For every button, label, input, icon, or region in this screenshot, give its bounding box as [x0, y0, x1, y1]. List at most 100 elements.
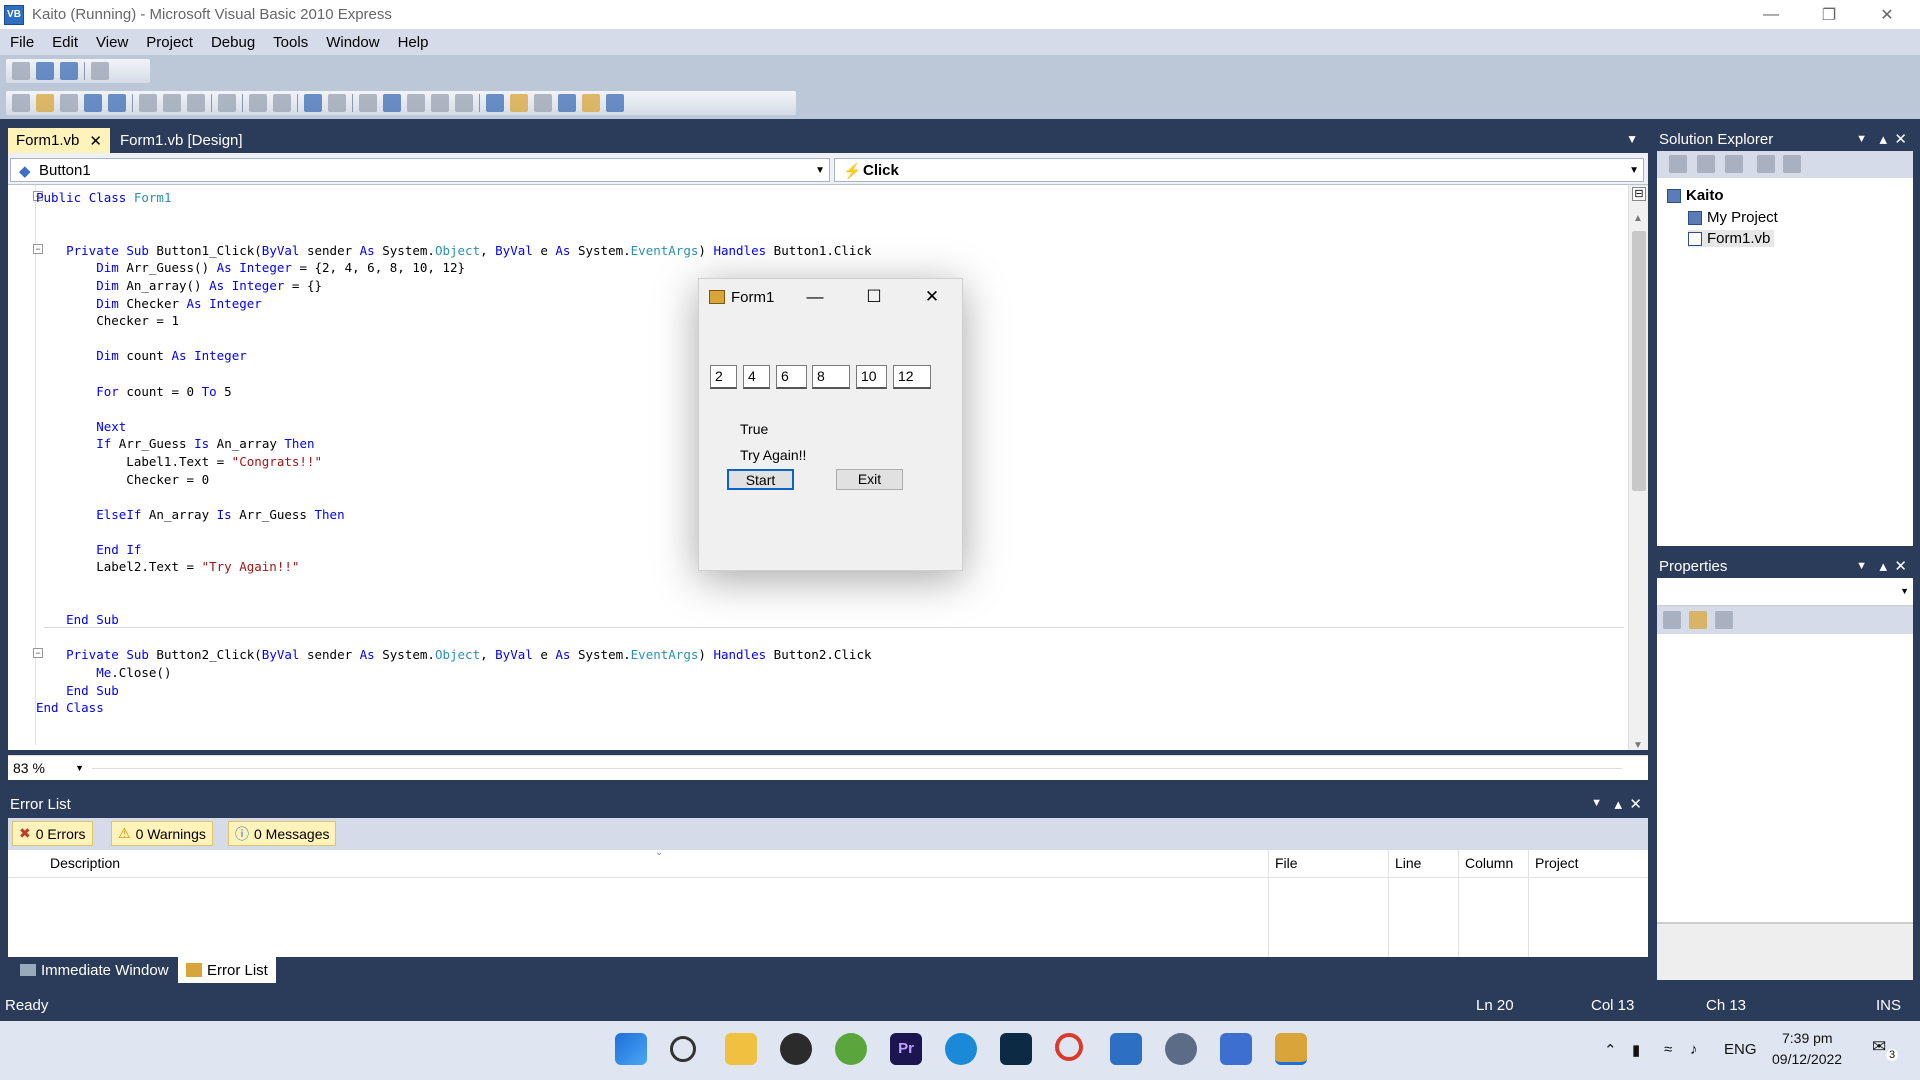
close-window-button[interactable]: ✕	[1858, 0, 1916, 29]
clock-date[interactable]: 09/12/2022	[1772, 1051, 1842, 1067]
window-icon[interactable]	[36, 62, 54, 80]
breakpoint-window-icon[interactable]	[60, 62, 78, 80]
textbox-5[interactable]: 10	[856, 365, 887, 389]
close-pane-icon[interactable]: ✕	[1894, 555, 1907, 578]
tree-project-kaito[interactable]: Kaito	[1667, 187, 1724, 204]
refresh-icon[interactable]	[1725, 155, 1743, 173]
close-tab-icon[interactable]: ✕	[89, 132, 102, 150]
textbox-4[interactable]: 8	[812, 365, 850, 389]
settings-gear-icon[interactable]	[1165, 1033, 1197, 1065]
scroll-down-icon[interactable]: ▼	[1633, 740, 1643, 751]
save-all-icon[interactable]	[108, 94, 126, 112]
textbox-2[interactable]: 4	[743, 365, 770, 389]
code-line[interactable]: End Sub	[36, 682, 1626, 700]
menu-project[interactable]: Project	[137, 34, 202, 51]
tree-item-my-project[interactable]: My Project	[1688, 209, 1778, 226]
code-line[interactable]	[36, 224, 1626, 242]
show-all-files-icon[interactable]	[1697, 155, 1715, 173]
property-pages-icon[interactable]	[1715, 611, 1733, 629]
start-menu-icon[interactable]	[615, 1033, 647, 1065]
cut-icon[interactable]	[139, 94, 157, 112]
running-form-icon[interactable]	[1275, 1033, 1307, 1065]
globe-app-icon[interactable]	[835, 1033, 867, 1065]
tab-form1-vb[interactable]: Form1.vb ✕	[8, 128, 110, 153]
view-code-icon[interactable]	[1757, 155, 1775, 173]
code-line[interactable]: Private Sub Button1_Click(ByVal sender A…	[36, 242, 1626, 260]
continue-icon[interactable]	[359, 94, 377, 112]
opera-browser-icon[interactable]	[1055, 1033, 1083, 1061]
step-out-icon[interactable]	[455, 94, 473, 112]
pane-dropdown-icon[interactable]: ▼	[1856, 555, 1867, 578]
tab-dropdown-icon[interactable]: ▼	[1626, 132, 1638, 146]
menu-file[interactable]: File	[1, 34, 43, 51]
textbox-3[interactable]: 6	[776, 365, 807, 389]
properties-icon[interactable]	[510, 94, 528, 112]
menu-window[interactable]: Window	[317, 34, 388, 51]
new-project-icon[interactable]	[12, 94, 30, 112]
horizontal-scrollbar[interactable]	[92, 768, 1622, 769]
volume-icon[interactable]: ♪	[1690, 1041, 1698, 1058]
search-icon[interactable]	[670, 1036, 696, 1062]
form-close-button[interactable]: ✕	[909, 279, 955, 315]
column-line[interactable]: Line	[1395, 855, 1421, 871]
object-browser-icon[interactable]	[558, 94, 576, 112]
step-into-icon[interactable]	[407, 94, 425, 112]
language-indicator[interactable]: ENG	[1724, 1041, 1757, 1058]
code-line[interactable]: End Sub	[36, 611, 1626, 629]
clock-time[interactable]: 7:39 pm	[1782, 1030, 1833, 1046]
editor-vertical-scrollbar[interactable]: ⊟ ▲ ▼	[1628, 185, 1648, 751]
menu-help[interactable]: Help	[389, 34, 438, 51]
paste-icon[interactable]	[187, 94, 205, 112]
premiere-pro-icon[interactable]: Pr	[890, 1033, 922, 1065]
menu-view[interactable]: View	[87, 34, 137, 51]
battery-icon[interactable]: ▮	[1632, 1041, 1640, 1059]
upwork-icon[interactable]	[780, 1033, 812, 1065]
visual-basic-icon[interactable]	[1110, 1033, 1142, 1065]
alphabetical-icon[interactable]	[1689, 611, 1707, 629]
copy-icon[interactable]	[163, 94, 181, 112]
menu-edit[interactable]: Edit	[43, 34, 87, 51]
start-button[interactable]: Start	[727, 469, 794, 490]
hex-icon[interactable]	[91, 62, 109, 80]
scroll-up-icon[interactable]: ▲	[1633, 213, 1643, 224]
properties-icon[interactable]	[1669, 155, 1687, 173]
code-line[interactable]	[36, 207, 1626, 225]
column-file[interactable]: File	[1275, 855, 1298, 871]
menu-tools[interactable]: Tools	[264, 34, 317, 51]
tab-immediate-window[interactable]: Immediate Window	[12, 957, 177, 983]
textbox-1[interactable]: 2	[710, 365, 737, 389]
code-line[interactable]: Private Sub Button2_Click(ByVal sender A…	[36, 646, 1626, 664]
undo-icon[interactable]	[304, 94, 322, 112]
code-line[interactable]: Public Class Form1	[36, 189, 1626, 207]
event-dropdown[interactable]: ⚡ Click ▼	[834, 158, 1644, 182]
notification-icon[interactable]: ✉	[1872, 1037, 1886, 1057]
comment-icon[interactable]	[249, 94, 267, 112]
tray-expand-chevron-icon[interactable]: ⌃	[1604, 1041, 1617, 1059]
form-maximize-button[interactable]: ☐	[851, 279, 897, 315]
redo-icon[interactable]	[328, 94, 346, 112]
tree-item-form1-vb[interactable]: Form1.vb	[1688, 230, 1775, 247]
pin-icon[interactable]: ▴	[1879, 128, 1887, 151]
textbox-6[interactable]: 12	[893, 365, 931, 389]
step-over-icon[interactable]	[431, 94, 449, 112]
split-icon[interactable]: ⊟	[1632, 187, 1646, 201]
code-line[interactable]: Dim Arr_Guess() As Integer = {2, 4, 6, 8…	[36, 259, 1626, 277]
scroll-thumb[interactable]	[1632, 231, 1646, 491]
code-line[interactable]: Me.Close()	[36, 664, 1626, 682]
categorized-icon[interactable]	[1663, 611, 1681, 629]
zoom-dropdown[interactable]: 83 % ▼	[10, 759, 88, 777]
terminal-app-icon[interactable]	[1000, 1033, 1032, 1065]
messages-filter-button[interactable]: ⓘ 0 Messages	[228, 821, 337, 846]
pin-icon[interactable]: ▴	[1879, 555, 1887, 578]
stop-debugging-icon[interactable]	[383, 94, 401, 112]
add-item-icon[interactable]	[60, 94, 78, 112]
column-project[interactable]: Project	[1535, 855, 1579, 871]
step-icon[interactable]	[12, 62, 30, 80]
close-pane-icon[interactable]: ✕	[1894, 128, 1907, 151]
close-pane-icon[interactable]: ✕	[1629, 795, 1642, 813]
solution-explorer-icon[interactable]	[486, 94, 504, 112]
object-selector-dropdown[interactable]: ▼	[1657, 580, 1913, 606]
warnings-filter-button[interactable]: ⚠ 0 Warnings	[111, 821, 213, 846]
open-file-icon[interactable]	[36, 94, 54, 112]
tab-form1-design[interactable]: Form1.vb [Design]	[112, 128, 251, 153]
